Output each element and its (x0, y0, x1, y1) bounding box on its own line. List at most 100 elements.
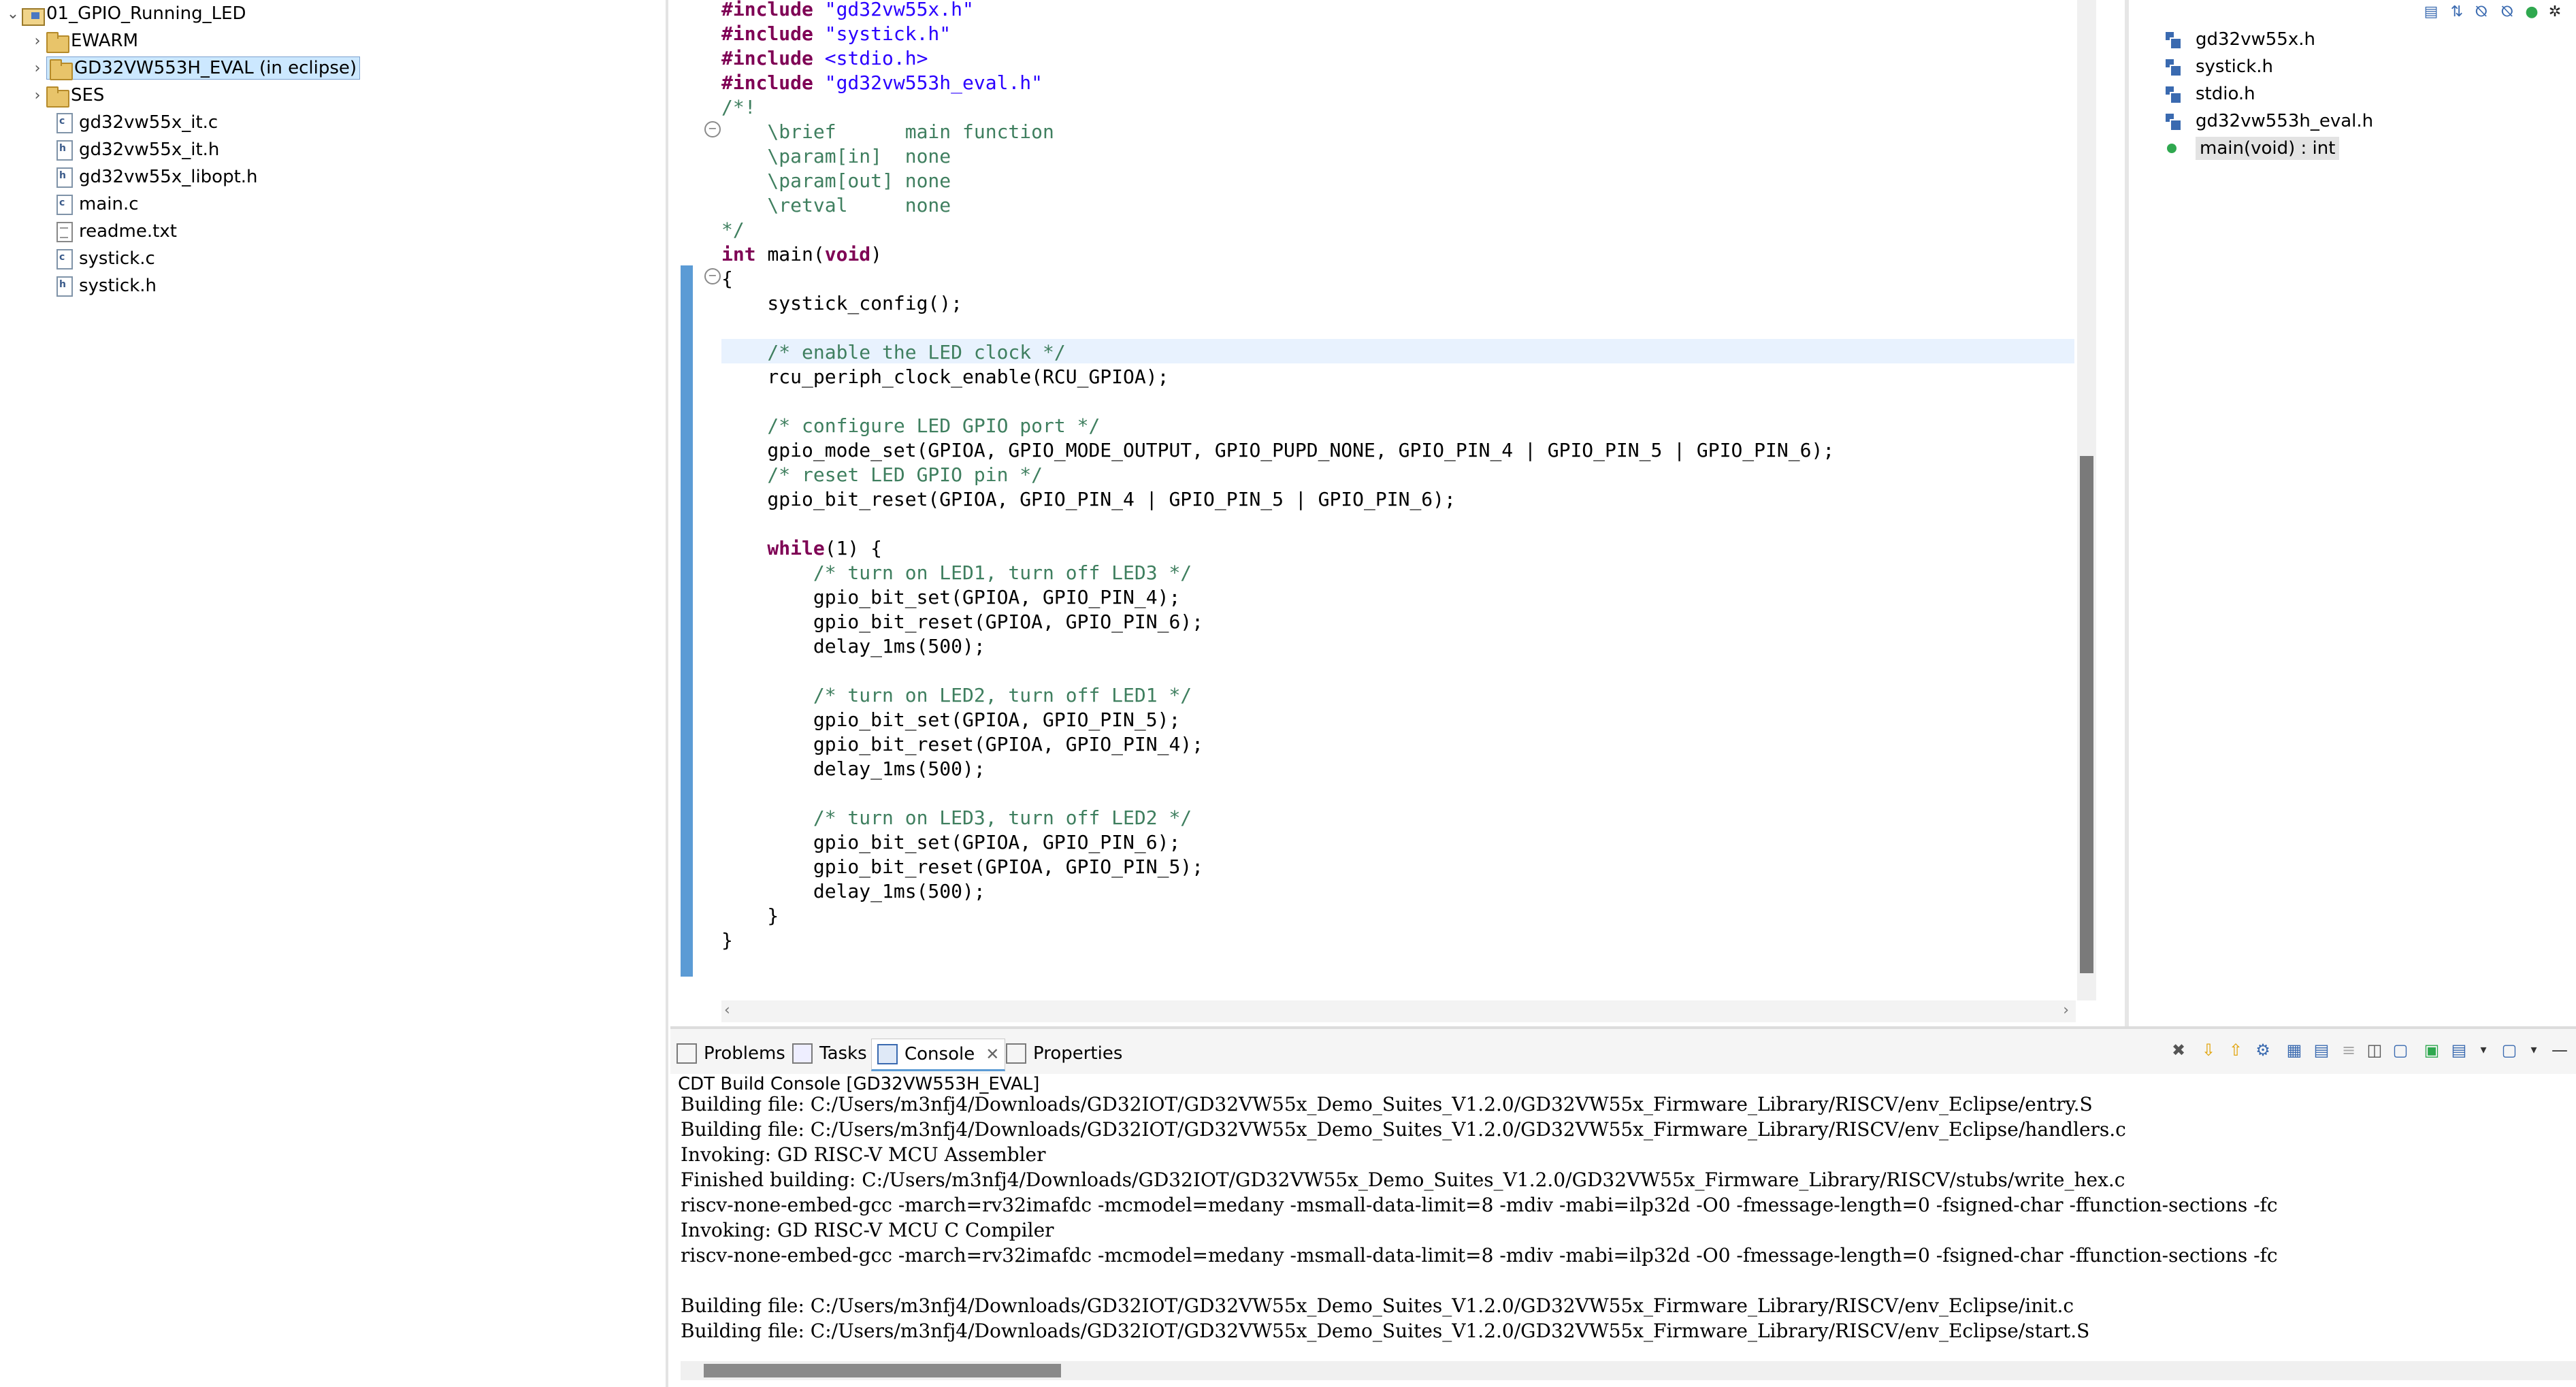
tree-item-file[interactable]: main.c (54, 191, 139, 218)
chevron-right-icon[interactable]: › (29, 32, 46, 50)
tree-item-ewarm[interactable]: › EWARM (29, 27, 138, 54)
code-line[interactable]: int main(void) (721, 242, 882, 267)
tree-item-file[interactable]: systick.c (54, 245, 155, 272)
tree-item-file[interactable]: gd32vw55x_it.c (54, 109, 218, 136)
minimize-icon[interactable]: — (2549, 1040, 2570, 1060)
code-line[interactable]: #include "systick.h" (721, 22, 951, 46)
code-line[interactable]: } (721, 928, 733, 953)
code-token: void (824, 243, 871, 265)
code-line[interactable]: delay_1ms(500); (721, 879, 985, 904)
outline-item-function[interactable]: main(void) : int (2163, 135, 2340, 162)
code-line[interactable]: gpio_bit_reset(GPIOA, GPIO_PIN_5); (721, 855, 1203, 879)
view-menu-icon[interactable]: ✲ (2545, 3, 2564, 22)
tab-properties[interactable]: Properties (1006, 1039, 1122, 1068)
code-token: \param[in] none (721, 145, 951, 167)
code-line[interactable]: gpio_bit_reset(GPIOA, GPIO_PIN_4); (721, 732, 1203, 757)
tree-item-file[interactable]: readme.txt (54, 218, 177, 245)
code-line[interactable]: /* turn on LED2, turn off LED1 */ (721, 683, 1192, 708)
outline-item-include[interactable]: gd32vw55x.h (2163, 26, 2315, 53)
close-icon[interactable]: ✕ (985, 1045, 999, 1064)
code-token: delay_1ms(500); (721, 635, 985, 657)
chevron-down-icon[interactable]: ⌄ (4, 5, 22, 22)
panel-divider[interactable] (2125, 0, 2129, 1026)
code-line[interactable]: /* turn on LED3, turn off LED2 */ (721, 806, 1192, 830)
code-line[interactable]: gpio_bit_set(GPIOA, GPIO_PIN_6); (721, 830, 1180, 855)
code-line[interactable]: #include "gd32vw553h_eval.h" (721, 71, 1043, 95)
sort-icon[interactable]: ⇅ (2447, 3, 2466, 22)
properties-icon (1006, 1043, 1026, 1064)
code-line[interactable]: gpio_mode_set(GPIOA, GPIO_MODE_OUTPUT, G… (721, 438, 1834, 463)
scroll-lock-icon[interactable]: ▤ (2311, 1040, 2332, 1060)
chevron-down-icon[interactable]: ▾ (2473, 1040, 2494, 1060)
hide-fields-icon[interactable]: ⦰ (2472, 3, 2491, 22)
console-scroll-thumb[interactable] (704, 1364, 1061, 1377)
scroll-right-icon[interactable]: › (2063, 1002, 2069, 1019)
tree-item-file[interactable]: systick.h (54, 272, 157, 299)
code-token: /* turn on LED1, turn off LED3 */ (721, 561, 1192, 584)
scroll-left-icon[interactable]: ‹ (724, 1002, 730, 1019)
code-line[interactable]: /* turn on LED1, turn off LED3 */ (721, 561, 1192, 585)
code-line[interactable]: /* enable the LED clock */ (721, 340, 1065, 365)
code-line[interactable]: \retval none (721, 193, 951, 218)
tab-problems[interactable]: Problems (676, 1039, 785, 1068)
remove-launch-icon[interactable]: ✖ (2168, 1040, 2189, 1060)
code-line[interactable]: /* reset LED GPIO pin */ (721, 463, 1043, 487)
tree-item-eval-project[interactable]: › GD32VW553H_EVAL (in eclipse) (29, 54, 361, 82)
code-line[interactable]: gpio_bit_set(GPIOA, GPIO_PIN_5); (721, 708, 1180, 732)
outline-item-include[interactable]: gd32vw553h_eval.h (2163, 108, 2373, 135)
tree-item-file[interactable]: gd32vw55x_it.h (54, 136, 219, 163)
chevron-down-icon[interactable]: ▾ (2524, 1040, 2544, 1060)
previous-error-icon[interactable]: ⇧ (2226, 1040, 2246, 1060)
tab-tasks[interactable]: Tasks (792, 1039, 867, 1068)
code-line[interactable]: \brief main function (721, 120, 1054, 144)
code-token: */ (721, 218, 745, 241)
code-line[interactable]: /*! (721, 95, 756, 120)
outline-item-include[interactable]: stdio.h (2163, 80, 2255, 108)
hide-nonpublic-icon[interactable]: ● (2522, 3, 2541, 22)
tree-project-root[interactable]: ⌄ 01_GPIO_Running_LED (4, 0, 246, 27)
code-line[interactable]: { (721, 267, 733, 291)
code-line[interactable]: while(1) { (721, 536, 882, 561)
fold-toggle-icon[interactable]: − (704, 121, 721, 137)
show-error-icon[interactable]: ⚙ (2253, 1040, 2273, 1060)
open-console-icon[interactable]: ▣ (2422, 1040, 2442, 1060)
collapse-all-icon[interactable]: ▤ (2422, 3, 2441, 22)
tab-console[interactable]: Console ✕ (871, 1039, 1006, 1071)
fold-toggle-icon[interactable]: − (704, 268, 721, 284)
code-token: gpio_bit_reset(GPIOA, GPIO_PIN_4); (721, 733, 1204, 755)
panel-divider[interactable] (666, 0, 668, 1387)
code-token: (1) { (824, 537, 883, 559)
editor-horizontal-scrollbar[interactable]: ‹ › (721, 1000, 2076, 1022)
next-error-icon[interactable]: ⇩ (2198, 1040, 2219, 1060)
tree-item-file[interactable]: gd32vw55x_libopt.h (54, 163, 258, 191)
code-line[interactable]: #include "gd32vw55x.h" (721, 0, 974, 22)
code-line[interactable]: \param[in] none (721, 144, 951, 169)
code-line[interactable]: } (721, 904, 779, 928)
chevron-right-icon[interactable]: › (29, 59, 46, 77)
code-line[interactable]: gpio_bit_reset(GPIOA, GPIO_PIN_4 | GPIO_… (721, 487, 1455, 512)
code-token: gpio_bit_set(GPIOA, GPIO_PIN_6); (721, 831, 1181, 853)
code-line[interactable]: gpio_bit_reset(GPIOA, GPIO_PIN_6); (721, 610, 1203, 634)
editor-range-indicator (681, 265, 693, 977)
code-line[interactable]: gpio_bit_set(GPIOA, GPIO_PIN_4); (721, 585, 1180, 610)
code-line[interactable]: delay_1ms(500); (721, 757, 985, 781)
editor-scroll-thumb[interactable] (2080, 456, 2093, 973)
code-line[interactable]: /* configure LED GPIO port */ (721, 414, 1100, 438)
selected-tree-item[interactable]: GD32VW553H_EVAL (in eclipse) (46, 56, 361, 80)
code-line[interactable]: systick_config(); (721, 291, 962, 316)
outline-item-include[interactable]: systick.h (2163, 53, 2273, 80)
display-console-icon[interactable]: ▤ (2449, 1040, 2469, 1060)
code-line[interactable]: delay_1ms(500); (721, 634, 985, 659)
code-line[interactable]: */ (721, 218, 745, 242)
new-console-icon[interactable]: ▢ (2499, 1040, 2520, 1060)
pin-console-icon[interactable]: ▢ (2390, 1040, 2411, 1060)
tree-item-ses[interactable]: › SES (29, 82, 104, 109)
copy-build-log-icon[interactable]: ▦ (2284, 1040, 2304, 1060)
code-line[interactable]: rcu_periph_clock_enable(RCU_GPIOA); (721, 365, 1169, 389)
code-line[interactable]: \param[out] none (721, 169, 951, 193)
code-line[interactable]: #include <stdio.h> (721, 46, 928, 71)
hide-static-icon[interactable]: ⦰ (2498, 3, 2517, 22)
word-wrap-icon[interactable]: ≡ (2338, 1040, 2359, 1060)
chevron-right-icon[interactable]: › (29, 86, 46, 104)
clear-console-icon[interactable]: ◫ (2364, 1040, 2385, 1060)
